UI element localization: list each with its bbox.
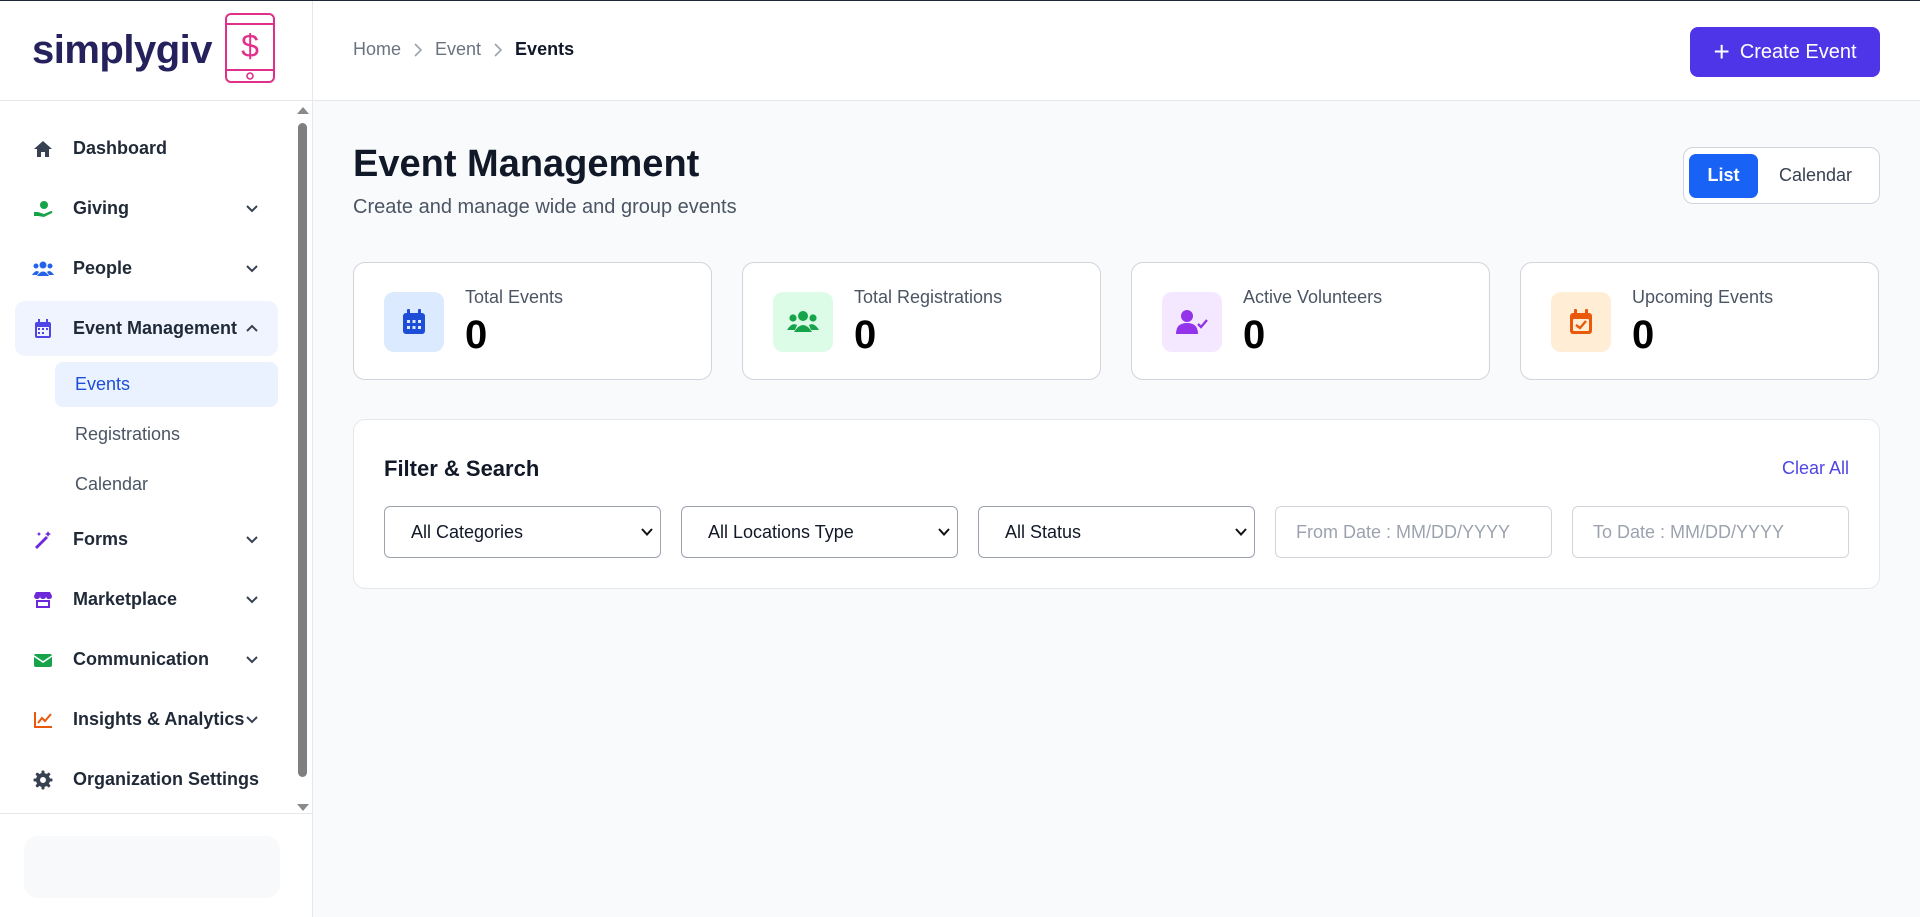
- plus-icon: +: [1713, 36, 1730, 67]
- sidebar-subitem-registrations[interactable]: Registrations: [55, 412, 278, 457]
- chevron-down-icon: [246, 656, 258, 664]
- stat-label: Active Volunteers: [1243, 287, 1383, 307]
- stat-value: 0: [1243, 313, 1266, 357]
- list-view-button[interactable]: List: [1689, 153, 1758, 198]
- stat-value: 0: [1632, 313, 1655, 357]
- stat-card-upcoming-events: Upcoming Events 0: [1520, 262, 1879, 380]
- breadcrumb-event[interactable]: Event: [435, 39, 481, 60]
- sidebar-item-label: Organization Settings: [73, 769, 260, 789]
- stat-card-total-events: Total Events 0: [353, 262, 712, 380]
- category-select-value: All Categories: [411, 521, 524, 542]
- chevron-down-icon: [246, 205, 258, 213]
- chevron-down-icon: [938, 528, 950, 536]
- sidebar-subitem-calendar[interactable]: Calendar: [55, 462, 278, 507]
- sidebar-item-label: People: [73, 258, 133, 278]
- page-title: Event Management: [353, 143, 700, 185]
- location-type-select-value: All Locations Type: [708, 521, 854, 542]
- stat-label: Total Events: [465, 287, 564, 307]
- scroll-up-arrow-icon[interactable]: [297, 107, 309, 114]
- category-select[interactable]: All Categories: [384, 506, 661, 558]
- hand-heart-icon: [32, 198, 54, 220]
- sidebar-item-label: Marketplace: [73, 589, 178, 609]
- stat-card-active-volunteers: Active Volunteers 0: [1131, 262, 1490, 380]
- stat-card-total-registrations: Total Registrations 0: [742, 262, 1101, 380]
- filter-title: Filter & Search: [384, 456, 540, 481]
- stat-value: 0: [465, 313, 488, 357]
- brand-name: simplygiv: [32, 28, 213, 72]
- sidebar-footer: [0, 813, 313, 917]
- topbar: Home Event Events + Create Event: [313, 1, 1920, 101]
- clear-all-link[interactable]: Clear All: [1782, 458, 1849, 479]
- chart-line-icon: [32, 709, 54, 731]
- users-icon: [32, 258, 54, 280]
- location-type-select[interactable]: All Locations Type: [681, 506, 958, 558]
- sidebar-item-organization-settings[interactable]: Organization Settings: [15, 752, 278, 807]
- filter-panel: Filter & Search Clear All All Categories…: [353, 419, 1880, 589]
- chevron-down-icon: [246, 265, 258, 273]
- chevron-down-icon: [246, 596, 258, 604]
- home-icon: [32, 138, 54, 160]
- from-date-input[interactable]: [1275, 506, 1552, 558]
- chevron-down-icon: [246, 716, 258, 724]
- sidebar-item-label: Forms: [73, 529, 129, 549]
- chevron-down-icon: [641, 528, 653, 536]
- breadcrumb-home[interactable]: Home: [353, 39, 401, 60]
- create-event-button[interactable]: + Create Event: [1690, 27, 1880, 77]
- sidebar-item-dashboard[interactable]: Dashboard: [15, 121, 278, 176]
- sidebar-item-forms[interactable]: Forms: [15, 512, 278, 567]
- stat-label: Total Registrations: [854, 287, 1003, 307]
- chevron-down-icon: [246, 536, 258, 544]
- breadcrumb-current: Events: [515, 39, 575, 59]
- chevron-down-icon: [1235, 528, 1247, 536]
- sidebar: simplygiv $ Dashboard Giving People Even…: [0, 1, 313, 917]
- create-event-label: Create Event: [1739, 40, 1857, 63]
- chevron-right-icon: [493, 42, 503, 57]
- calendar-view-button[interactable]: Calendar: [1758, 154, 1873, 198]
- view-toggle: List Calendar: [1683, 147, 1880, 204]
- sidebar-item-people[interactable]: People: [15, 241, 278, 296]
- sidebar-scrollbar[interactable]: [296, 107, 309, 811]
- chevron-right-icon: [413, 42, 423, 57]
- stat-label: Upcoming Events: [1632, 287, 1774, 307]
- sidebar-item-label: Event Management: [73, 318, 238, 338]
- sidebar-item-marketplace[interactable]: Marketplace: [15, 572, 278, 627]
- gear-icon: [32, 769, 54, 791]
- magic-wand-icon: [32, 529, 54, 551]
- sidebar-item-label: Communication: [73, 649, 210, 669]
- user-check-icon: [1162, 292, 1222, 352]
- users-group-icon: [773, 292, 833, 352]
- user-profile-card[interactable]: [24, 836, 280, 898]
- status-select-value: All Status: [1005, 521, 1082, 542]
- sidebar-item-label: Giving: [73, 198, 130, 218]
- sidebar-item-insights-analytics[interactable]: Insights & Analytics: [15, 692, 278, 747]
- calendar-grid-icon: [384, 292, 444, 352]
- sidebar-subitem-events[interactable]: Events: [55, 362, 278, 407]
- chevron-up-icon: [246, 324, 258, 332]
- phone-dollar-icon: $: [224, 12, 276, 89]
- sidebar-item-label: Dashboard: [73, 138, 168, 158]
- to-date-input[interactable]: [1572, 506, 1849, 558]
- page-subtitle: Create and manage wide and group events: [353, 196, 737, 218]
- scroll-down-arrow-icon[interactable]: [297, 804, 309, 811]
- envelope-icon: [32, 649, 54, 671]
- sidebar-item-label: Insights & Analytics: [73, 709, 245, 729]
- calendar-check-icon: [1551, 292, 1611, 352]
- scroll-thumb[interactable]: [298, 123, 307, 777]
- stat-value: 0: [854, 313, 877, 357]
- logo[interactable]: simplygiv $: [0, 1, 312, 101]
- breadcrumb: Home Event Events: [353, 39, 574, 60]
- sidebar-item-giving[interactable]: Giving: [15, 181, 278, 236]
- calendar-icon: [32, 318, 54, 340]
- svg-text:$: $: [241, 28, 259, 64]
- status-select[interactable]: All Status: [978, 506, 1255, 558]
- sidebar-nav: Dashboard Giving People Event Management: [0, 101, 313, 813]
- sidebar-item-event-management[interactable]: Event Management: [15, 301, 278, 356]
- sidebar-item-communication[interactable]: Communication: [15, 632, 278, 687]
- store-icon: [32, 589, 54, 611]
